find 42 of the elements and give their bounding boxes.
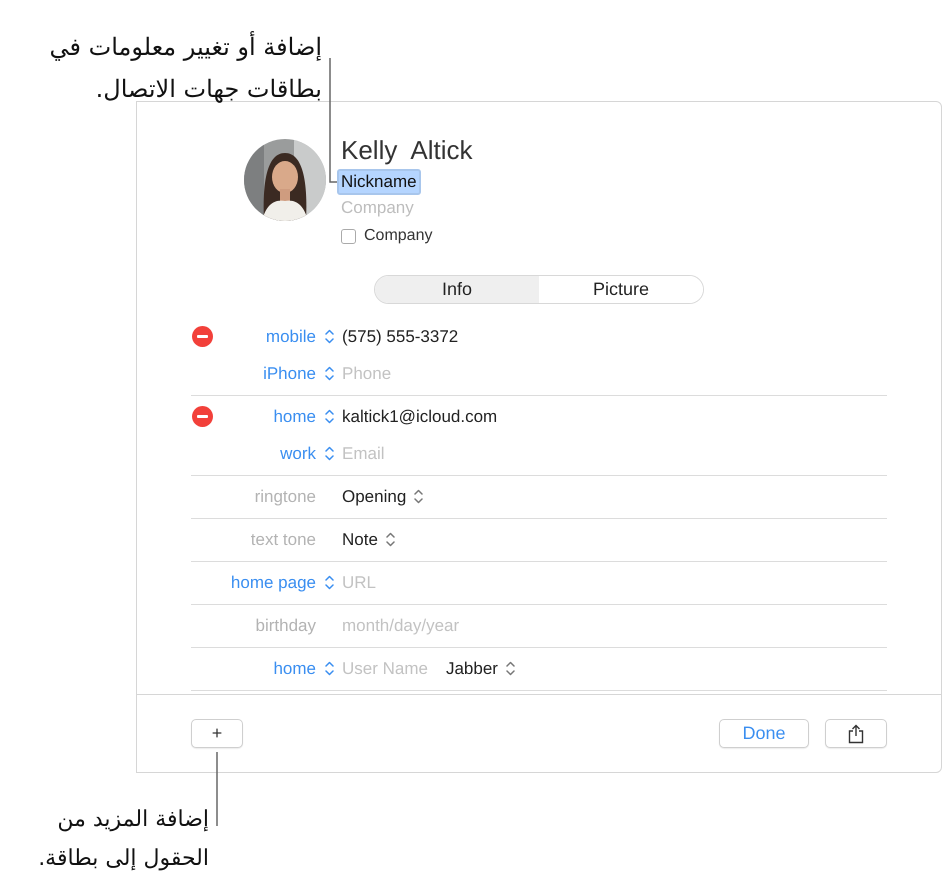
up-down-chevron-icon — [324, 575, 334, 590]
remove-button[interactable] — [192, 326, 213, 347]
label-popup[interactable]: mobile — [215, 326, 342, 346]
up-down-chevron-icon — [386, 532, 395, 547]
up-down-chevron-icon — [324, 366, 334, 381]
add-button[interactable]: + — [191, 719, 243, 748]
up-down-chevron-icon — [324, 409, 334, 424]
input-field[interactable]: User Name — [342, 658, 428, 678]
label-popup[interactable]: home — [215, 406, 342, 426]
remove-button[interactable] — [192, 406, 213, 427]
callout-text: إضافة أو تغيير معلومات في بطاقات جهات الاتصال. — [50, 30, 322, 105]
service-popup[interactable]: Jabber — [446, 658, 515, 678]
share-button[interactable] — [825, 719, 887, 748]
up-down-chevron-icon — [324, 329, 334, 344]
share-icon — [848, 724, 864, 744]
label-popup[interactable]: home — [215, 658, 342, 678]
label-popup[interactable]: work — [215, 444, 342, 464]
field-label: text tone — [250, 530, 316, 550]
tab[interactable]: Info — [375, 276, 539, 303]
up-down-chevron-icon — [506, 661, 515, 676]
field-value[interactable]: kaltick1@icloud.com — [342, 406, 498, 426]
input-field[interactable]: Phone — [342, 364, 392, 384]
value-popup[interactable]: Note — [342, 530, 395, 550]
done-button[interactable]: Done — [719, 719, 809, 748]
up-down-chevron-icon — [324, 661, 334, 676]
label-popup[interactable]: iPhone — [215, 364, 342, 384]
up-down-chevron-icon — [324, 446, 334, 461]
input-field[interactable]: Email — [342, 444, 385, 464]
field-label: birthday — [254, 616, 316, 636]
label-popup[interactable]: home page — [215, 572, 342, 592]
input-field[interactable]: month/day/year — [342, 616, 460, 636]
field-value[interactable]: (575) 555-3372 — [342, 326, 458, 346]
company-field[interactable]: Company — [341, 198, 414, 218]
nickname-field[interactable]: Nickname — [337, 169, 421, 195]
field-label: ringtone — [254, 486, 316, 506]
company-checkbox[interactable] — [341, 228, 356, 244]
callout-text: إضافة المزيد من الحقول إلى بطاقة. — [38, 806, 209, 872]
value-popup[interactable]: Opening — [342, 486, 424, 506]
up-down-chevron-icon — [414, 489, 424, 504]
checkbox-label: Company — [364, 227, 432, 245]
contact-name: Kelly Altick — [341, 135, 472, 165]
input-field[interactable]: URL — [342, 572, 376, 592]
